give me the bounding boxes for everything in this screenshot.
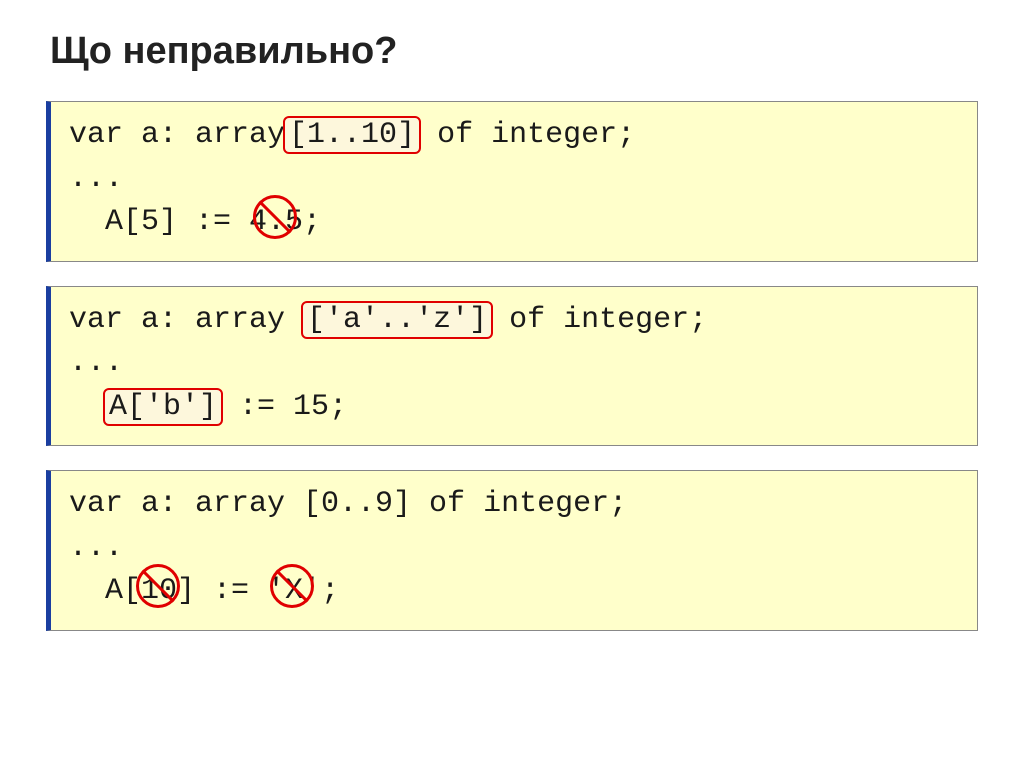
code-text: ; <box>321 574 339 608</box>
code-text: A[5] := <box>69 205 249 239</box>
code-text: A[ <box>69 574 141 608</box>
code-text: of integer; <box>491 303 707 337</box>
slide-title: Що неправильно? <box>50 30 978 73</box>
strike-circle-icon <box>136 564 180 608</box>
code-line: var a: array [0..9] of integer; <box>69 483 959 527</box>
code-line: var a: array[1..10] of integer; <box>69 114 959 158</box>
code-line: var a: array ['a'..'z'] of integer; <box>69 299 959 343</box>
code-line: A[5] := 4.5; <box>69 201 959 245</box>
code-block-2: var a: array ['a'..'z'] of integer; ... … <box>46 286 978 447</box>
code-line: A['b'] := 15; <box>69 386 959 430</box>
code-text <box>69 390 105 424</box>
error-float-value: 4.5 <box>249 201 303 245</box>
error-char-value: 'X' <box>267 570 321 614</box>
code-text: of integer; <box>419 118 635 152</box>
code-line: ... <box>69 158 959 202</box>
code-line: ... <box>69 342 959 386</box>
code-text: var a: array <box>69 303 303 337</box>
strike-circle-icon <box>253 195 297 239</box>
highlight-char-index: A['b'] <box>103 388 223 426</box>
code-text: := 15; <box>221 390 347 424</box>
code-line: A[10] := 'X'; <box>69 570 959 614</box>
error-index-out-of-range: 10 <box>141 570 177 614</box>
code-text: var a: array <box>69 118 285 152</box>
highlight-char-range: ['a'..'z'] <box>301 301 493 339</box>
code-block-3: var a: array [0..9] of integer; ... A[10… <box>46 470 978 631</box>
code-block-1: var a: array[1..10] of integer; ... A[5]… <box>46 101 978 262</box>
code-line: ... <box>69 527 959 571</box>
code-text: ] := <box>177 574 267 608</box>
code-text: ; <box>303 205 321 239</box>
highlight-array-range: [1..10] <box>283 116 421 154</box>
slide: Що неправильно? var a: array[1..10] of i… <box>0 0 1024 675</box>
strike-circle-icon <box>270 564 314 608</box>
